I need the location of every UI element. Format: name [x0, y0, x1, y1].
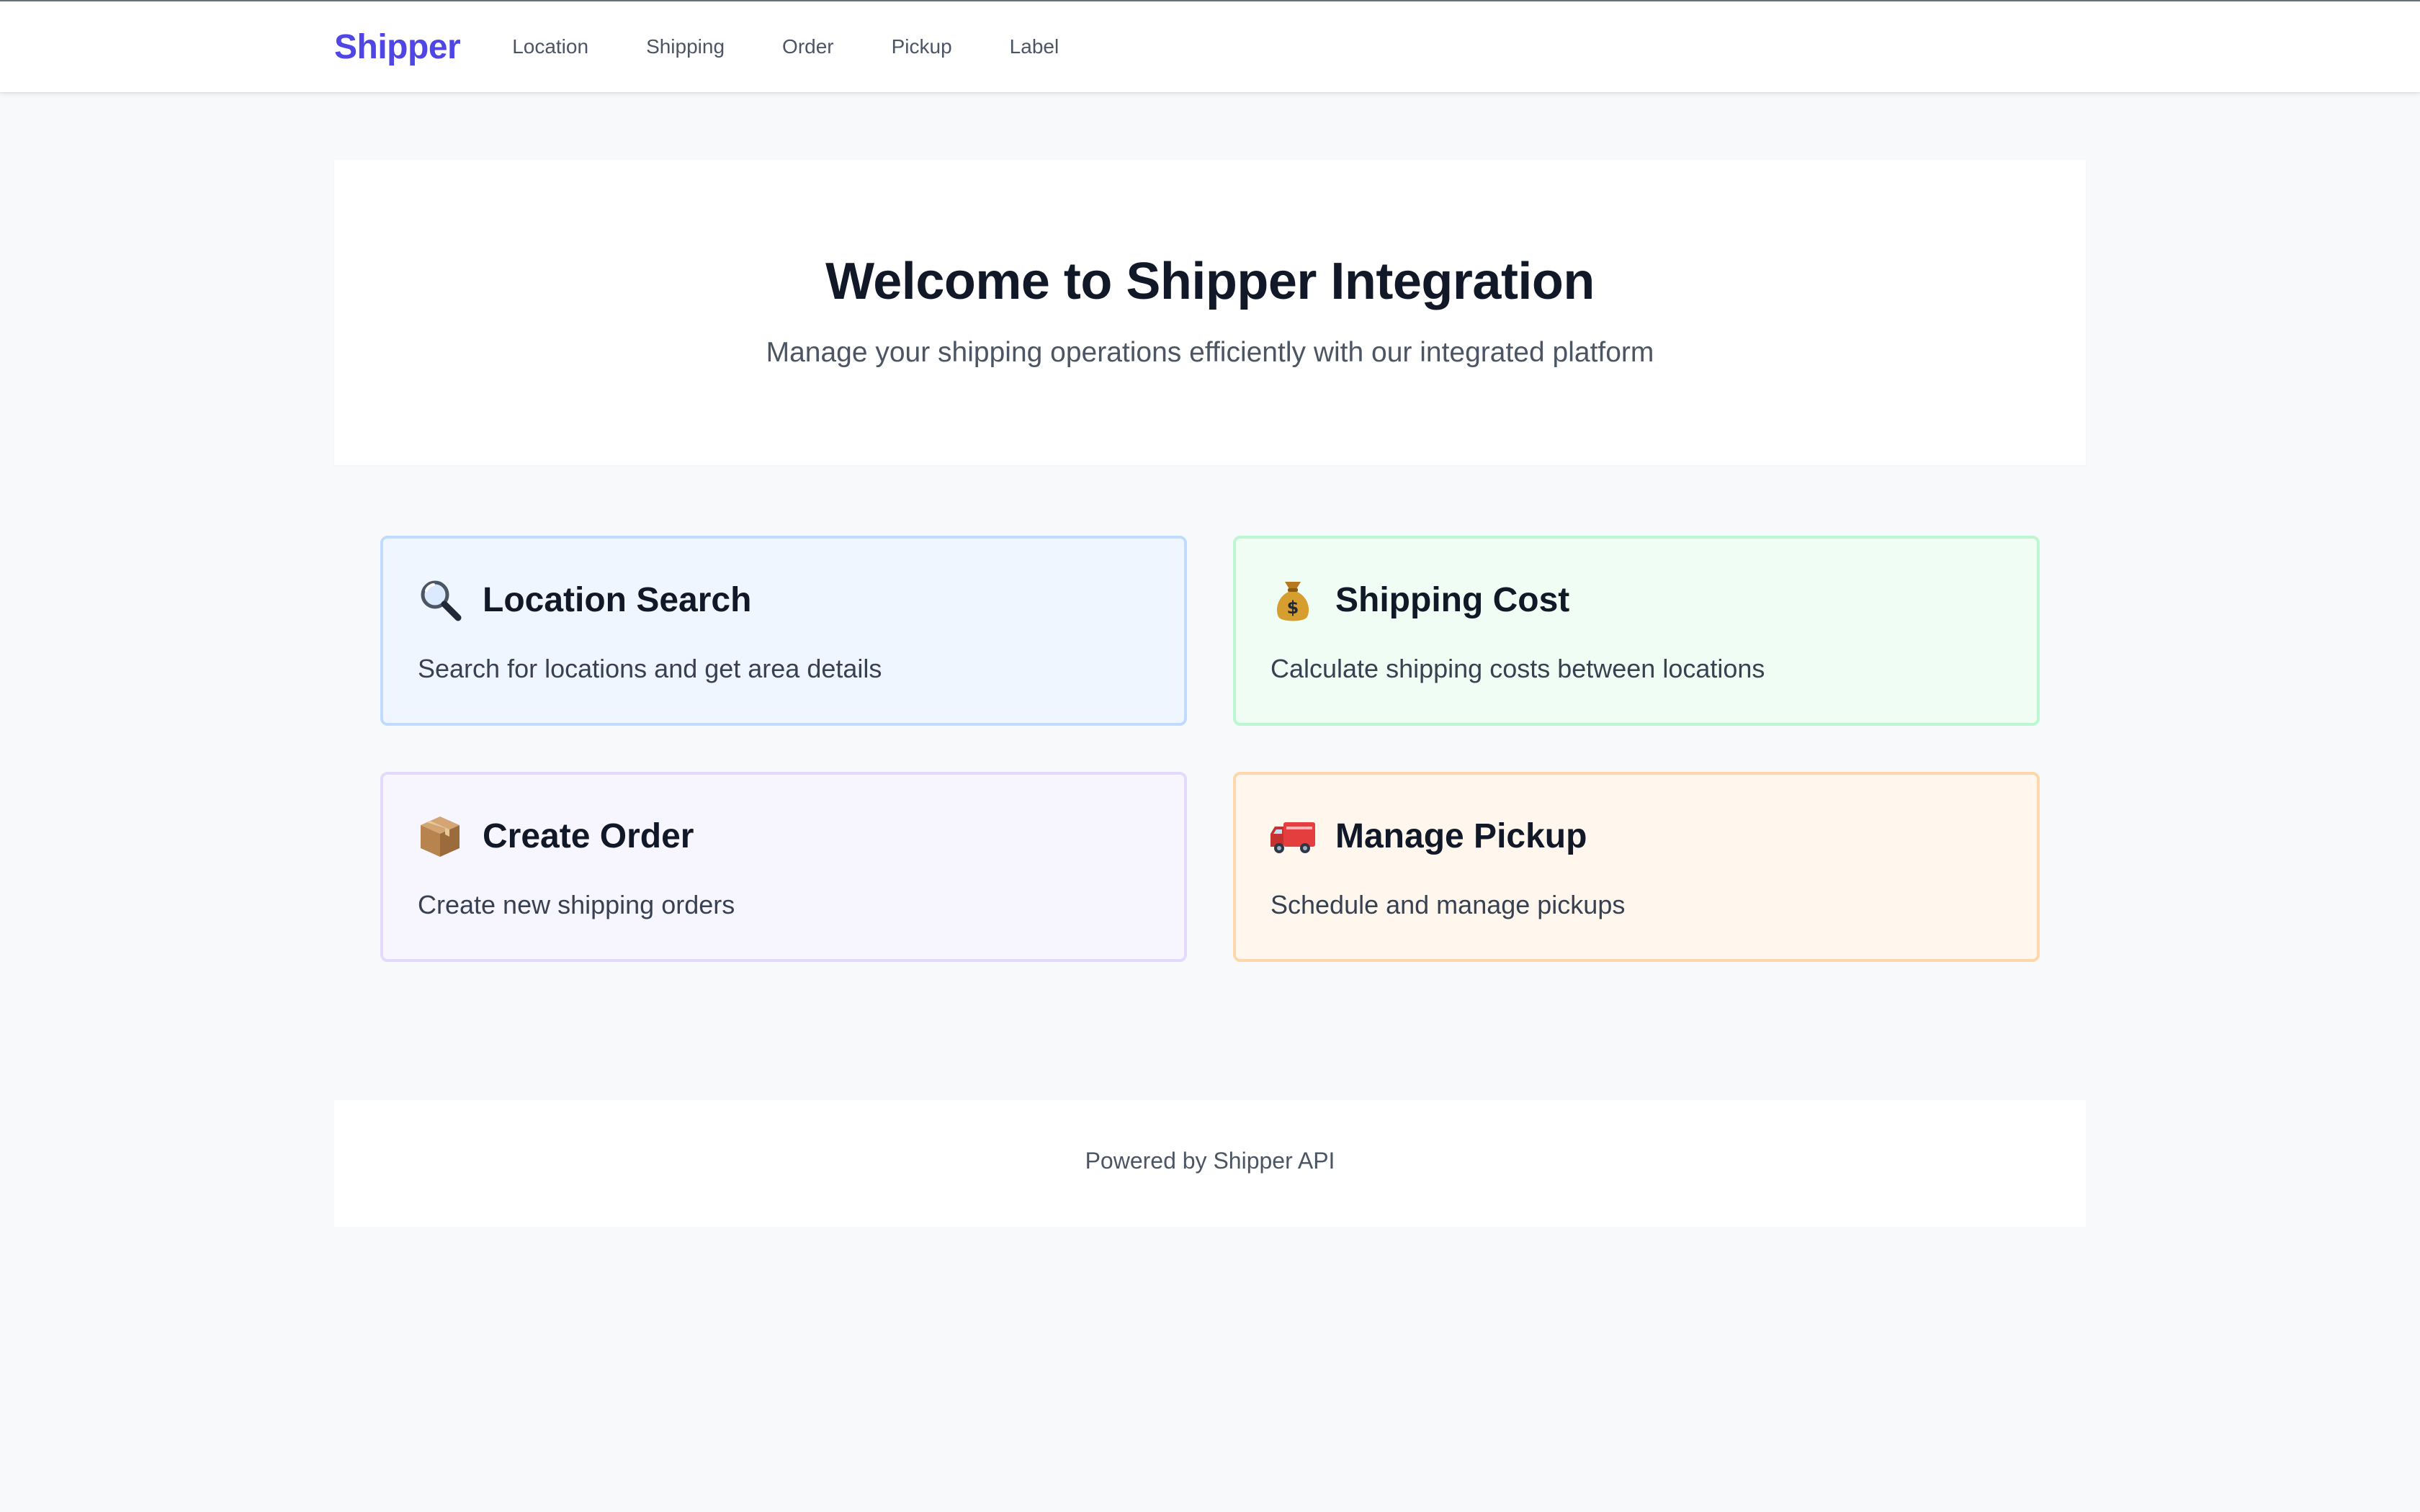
card-header: Manage Pickup	[1269, 812, 1587, 860]
card-header: $ Shipping Cost	[1269, 576, 1569, 624]
navbar: Shipper Location Shipping Order Pickup L…	[0, 1, 2420, 92]
card-shipping-cost[interactable]: $ Shipping Cost Calculate shipping costs…	[1233, 536, 2040, 726]
money-bag-icon: $	[1269, 576, 1317, 624]
card-description: Calculate shipping costs between locatio…	[1270, 654, 1765, 683]
card-description: Search for locations and get area detail…	[418, 654, 882, 683]
nav-bar-inner: Shipper Location Shipping Order Pickup L…	[334, 1, 1116, 92]
delivery-truck-icon	[1269, 812, 1317, 860]
card-location-search[interactable]: Location Search Search for locations and…	[380, 536, 1187, 726]
svg-text:$: $	[1287, 598, 1299, 618]
card-header: Create Order	[416, 812, 694, 860]
footer: Powered by Shipper API	[334, 1100, 2086, 1227]
nav-link-location[interactable]: Location	[512, 35, 588, 58]
card-description: Schedule and manage pickups	[1270, 890, 1626, 919]
footer-text: Powered by Shipper API	[1085, 1148, 1335, 1174]
hero-subtitle: Manage your shipping operations efficien…	[766, 337, 1654, 368]
card-title: Create Order	[483, 816, 694, 855]
nav-link-label[interactable]: Label	[1010, 35, 1059, 58]
hero-section: Welcome to Shipper Integration Manage yo…	[334, 160, 2086, 465]
nav-link-pickup[interactable]: Pickup	[892, 35, 952, 58]
card-title: Shipping Cost	[1335, 580, 1570, 619]
package-icon	[416, 812, 464, 860]
card-title: Location Search	[483, 580, 752, 619]
card-header: Location Search	[416, 576, 751, 624]
magnifying-glass-icon	[416, 576, 464, 624]
nav-link-order[interactable]: Order	[782, 35, 834, 58]
card-description: Create new shipping orders	[418, 890, 735, 919]
card-manage-pickup[interactable]: Manage Pickup Schedule and manage pickup…	[1233, 772, 2040, 962]
nav-link-shipping[interactable]: Shipping	[646, 35, 725, 58]
hero-title: Welcome to Shipper Integration	[825, 253, 1595, 310]
card-title: Manage Pickup	[1335, 816, 1587, 855]
brand-logo-link[interactable]: Shipper	[334, 27, 461, 67]
card-create-order[interactable]: Create Order Create new shipping orders	[380, 772, 1187, 962]
